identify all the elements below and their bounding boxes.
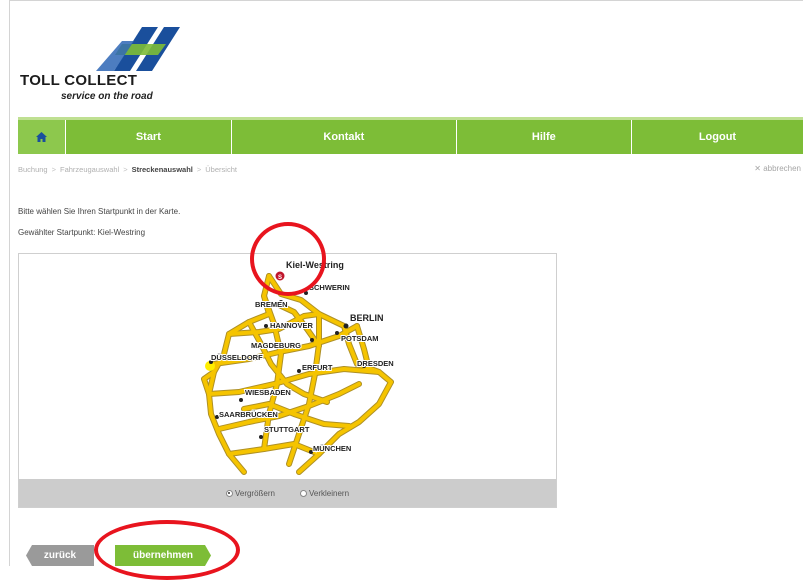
zoom-in-radio[interactable] [225,489,233,497]
accept-button[interactable]: übernehmen [115,545,211,566]
selected-start-point: Gewählter Startpunkt: Kiel-Westring [18,228,146,237]
breadcrumb-step-streckenauswahl: Streckenauswahl [131,165,193,174]
city-label-wiesbaden: WIESBADEN [245,388,291,397]
city-label-erfurt: ERFURT [302,363,333,372]
city-dot-stuttgart[interactable] [259,435,263,439]
zoom-out-label: Verkleinern [309,488,350,498]
road-network [202,274,393,474]
nav-start[interactable]: Start [66,120,232,154]
city-label-magdeburg: MAGDEBURG [251,341,301,350]
city-label-bremen: BREMEN [255,300,288,309]
city-dot-wiesbaden[interactable] [239,398,243,402]
breadcrumb-separator: > [123,165,128,174]
city-label-potsdam: POTSDAM [341,334,379,343]
nav-logout[interactable]: Logout [632,120,803,154]
nav-kontakt[interactable]: Kontakt [232,120,457,154]
city-label-saarbruecken: SAARBRÜCKEN [219,410,278,419]
city-label-hannover: HANNOVER [270,321,314,330]
cancel-link[interactable]: ✕ abbrechen [754,164,801,173]
city-label-dresden: DRESDEN [357,359,394,368]
zoom-out-radio[interactable] [300,489,307,497]
city-dot-potsdam[interactable] [335,331,339,335]
zoom-in-option[interactable]: Vergrößern [225,488,275,498]
city-label-kiel: Kiel-Westring [286,260,344,270]
home-icon [35,132,47,142]
instruction-text: Bitte wählen Sie Ihren Startpunkt in der… [18,207,181,216]
brand-name: TOLL COLLECT [20,72,138,89]
zoom-in-label: Vergrößern [234,488,275,498]
city-dot-erfurt[interactable] [297,369,301,373]
breadcrumb-separator: > [196,165,202,174]
main-navigation: Start Kontakt Hilfe Logout [18,117,803,154]
route-map[interactable]: S Kiel-Westring SCHWERIN BREMEN BERLIN H… [18,253,557,508]
city-label-schwerin: SCHWERIN [309,283,350,292]
breadcrumb-step-buchung[interactable]: Buchung [18,165,48,174]
city-dot-hannover[interactable] [264,324,268,328]
city-label-berlin: BERLIN [350,313,384,323]
back-button[interactable]: zurück [26,545,94,566]
city-dot-berlin[interactable] [343,323,349,329]
zoom-options-bar: Vergrößern Verkleinern [19,479,556,507]
city-dot-magdeburg[interactable] [310,338,314,342]
svg-text:S: S [278,275,282,281]
toll-collect-logo-icon [96,27,180,71]
breadcrumb: Buchung > Fahrzeugauswahl > Streckenausw… [18,165,237,174]
city-label-duesseldorf: DÜSSELDORF [211,353,263,362]
city-label-muenchen: MÜNCHEN [313,444,351,453]
brand-tagline: service on the road [61,91,153,102]
nav-hilfe[interactable]: Hilfe [457,120,632,154]
breadcrumb-step-fahrzeugauswahl[interactable]: Fahrzeugauswahl [60,165,119,174]
breadcrumb-separator: > [51,165,56,174]
city-label-stuttgart: STUTTGART [264,425,310,434]
nav-home-button[interactable] [18,120,66,154]
germany-road-map[interactable]: S Kiel-Westring SCHWERIN BREMEN BERLIN H… [19,254,557,480]
city-dot-schwerin[interactable] [304,291,308,295]
breadcrumb-step-uebersicht: Übersicht [205,165,237,174]
zoom-out-option[interactable]: Verkleinern [300,489,349,498]
